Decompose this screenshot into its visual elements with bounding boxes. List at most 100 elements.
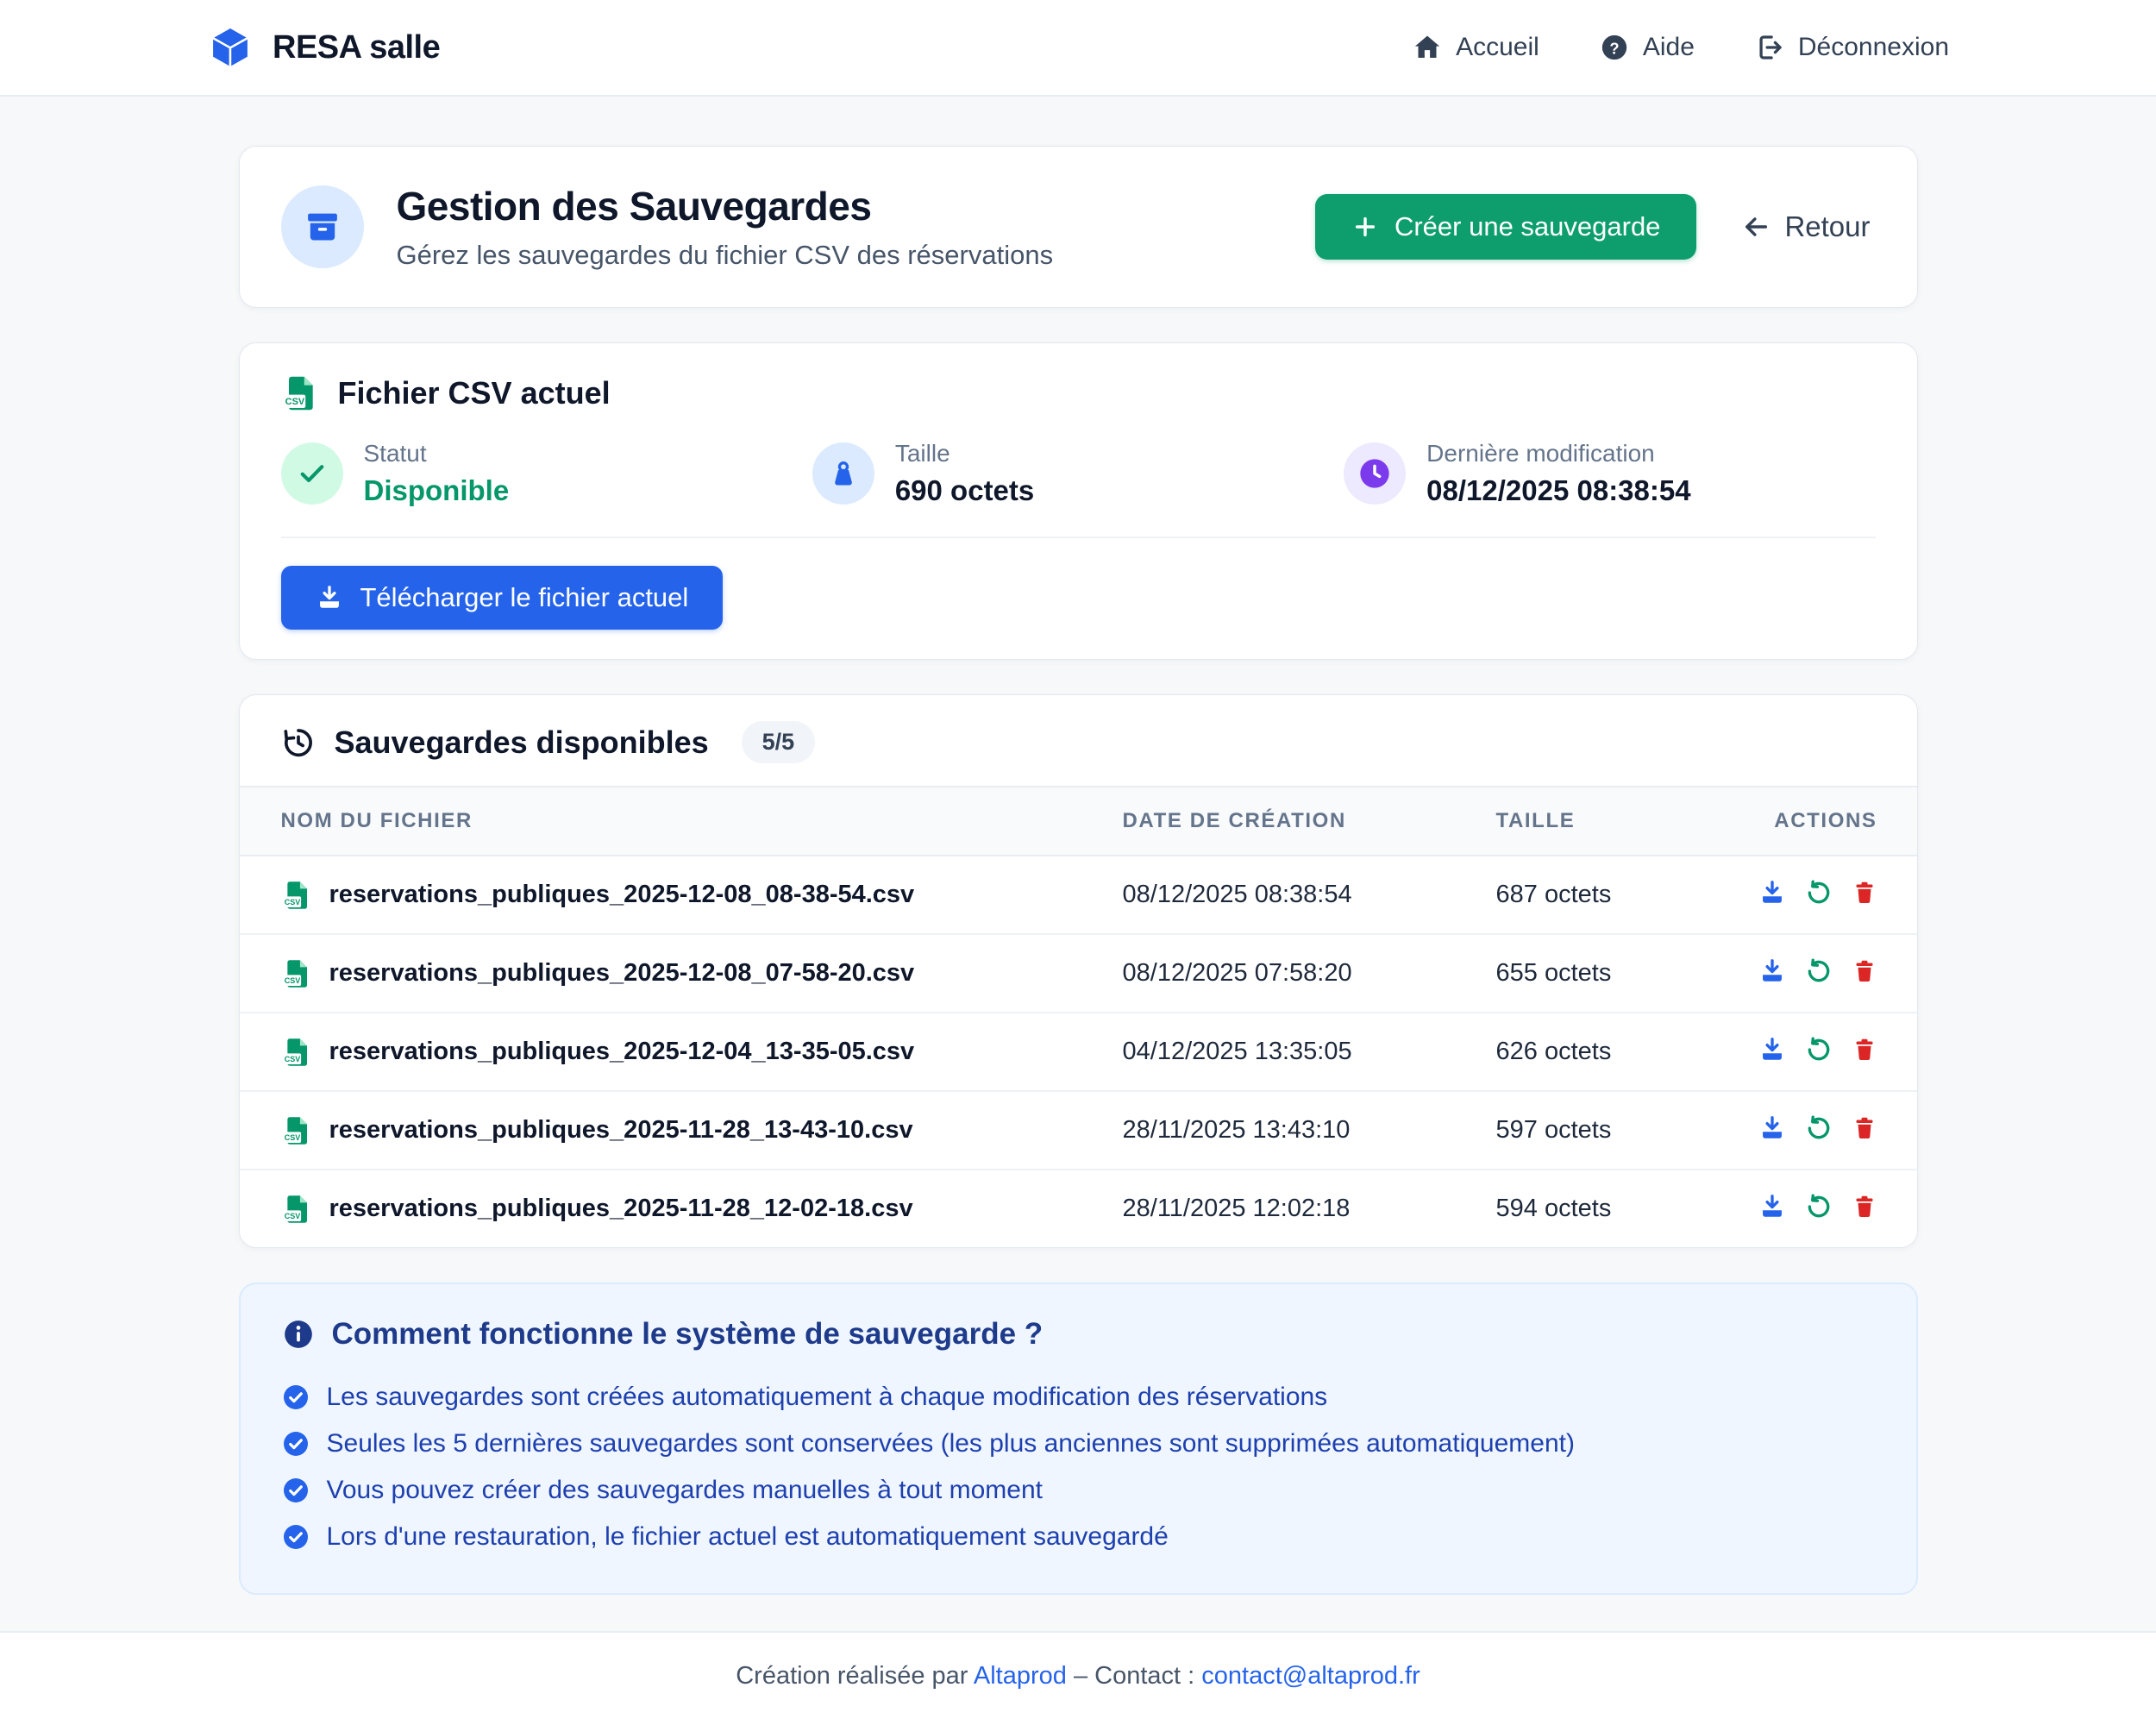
footer-author-link[interactable]: Altaprod	[974, 1662, 1067, 1690]
back-label: Retour	[1784, 210, 1870, 243]
stat-size: Taille 690 octets	[812, 440, 1344, 507]
download-current-button[interactable]: Télécharger le fichier actuel	[281, 566, 724, 630]
svg-text:CSV: CSV	[285, 397, 304, 407]
stat-status: Statut Disponible	[281, 440, 812, 507]
brand[interactable]: RESA salle	[207, 22, 440, 72]
info-item: Lors d'une restauration, le fichier actu…	[282, 1514, 1875, 1560]
column-header-name: NOM DU FICHIER	[240, 787, 1123, 856]
backup-date: 04/12/2025 13:35:05	[1123, 1013, 1496, 1091]
divider	[281, 536, 1876, 538]
csv-file-icon: CSV	[281, 958, 312, 989]
info-box: Comment fonctionne le système de sauvega…	[239, 1283, 1918, 1595]
info-item: Vous pouvez créer des sauvegardes manuel…	[282, 1467, 1875, 1514]
backups-table-body: CSV reservations_publiques_2025-12-08_08…	[240, 856, 1918, 1247]
size-label: Taille	[895, 440, 1034, 467]
clock-icon	[1344, 442, 1406, 505]
create-backup-label: Créer une sauvegarde	[1395, 211, 1660, 242]
backup-size: 597 octets	[1496, 1091, 1755, 1170]
download-backup-button[interactable]	[1758, 879, 1786, 906]
csv-file-icon: CSV	[281, 1115, 312, 1146]
delete-backup-button[interactable]	[1852, 1193, 1877, 1220]
backup-date: 08/12/2025 08:38:54	[1123, 856, 1496, 934]
info-item: Les sauvegardes sont créées automatiquem…	[282, 1374, 1875, 1421]
backups-count-badge: 5/5	[742, 721, 816, 763]
restore-backup-button[interactable]	[1805, 1114, 1833, 1142]
weight-icon	[812, 442, 874, 505]
download-backup-button[interactable]	[1758, 1114, 1786, 1142]
svg-text:CSV: CSV	[284, 898, 300, 906]
column-header-actions: ACTIONS	[1755, 787, 1918, 856]
restore-backup-button[interactable]	[1805, 1036, 1833, 1063]
download-backup-button[interactable]	[1758, 957, 1786, 985]
archive-icon	[281, 185, 364, 268]
delete-backup-button[interactable]	[1852, 1036, 1877, 1063]
page-title: Gestion des Sauvegardes	[397, 183, 1054, 229]
status-label: Statut	[364, 440, 510, 467]
backup-file-name: reservations_publiques_2025-12-04_13-35-…	[329, 1038, 915, 1066]
back-button[interactable]: Retour	[1736, 210, 1875, 244]
delete-backup-button[interactable]	[1852, 1114, 1877, 1142]
svg-text:CSV: CSV	[284, 1055, 300, 1063]
table-header-row: NOM DU FICHIER DATE DE CRÉATION TAILLE A…	[240, 787, 1918, 856]
nav-item-deconnexion[interactable]: Déconnexion	[1755, 33, 1949, 62]
column-header-size: TAILLE	[1496, 787, 1755, 856]
backup-date: 28/11/2025 13:43:10	[1123, 1091, 1496, 1170]
table-row: CSV reservations_publiques_2025-12-08_07…	[240, 934, 1918, 1013]
main-content: Gestion des Sauvegardes Gérez les sauveg…	[239, 146, 1918, 1595]
backup-size: 687 octets	[1496, 856, 1755, 934]
current-file-title: Fichier CSV actuel	[338, 375, 611, 411]
check-circle-icon	[282, 1430, 310, 1458]
info-item-text: Seules les 5 dernières sauvegardes sont …	[327, 1429, 1575, 1458]
backup-file-name: reservations_publiques_2025-12-08_07-58-…	[329, 959, 915, 988]
footer-text: Création réalisée par	[736, 1662, 968, 1690]
csv-file-icon: CSV	[281, 880, 312, 911]
backup-size: 594 octets	[1496, 1170, 1755, 1247]
backup-date: 08/12/2025 07:58:20	[1123, 934, 1496, 1013]
backup-file-name: reservations_publiques_2025-11-28_13-43-…	[329, 1116, 913, 1145]
nav-item-label: Déconnexion	[1798, 33, 1949, 62]
info-icon	[282, 1318, 315, 1351]
svg-text:CSV: CSV	[284, 976, 300, 985]
arrow-left-icon	[1741, 212, 1771, 242]
footer-email-link[interactable]: contact@altaprod.fr	[1201, 1662, 1420, 1690]
download-icon	[316, 584, 343, 612]
nav-item-label: Accueil	[1456, 33, 1539, 62]
modified-label: Dernière modification	[1426, 440, 1690, 467]
svg-text:CSV: CSV	[284, 1212, 300, 1220]
restore-backup-button[interactable]	[1805, 1193, 1833, 1220]
svg-text:CSV: CSV	[284, 1133, 300, 1142]
info-list: Les sauvegardes sont créées automatiquem…	[282, 1374, 1875, 1560]
nav-item-aide[interactable]: ? Aide	[1600, 33, 1695, 62]
app-logo-cube-icon	[207, 22, 254, 72]
table-row: CSV reservations_publiques_2025-12-08_08…	[240, 856, 1918, 934]
backup-date: 28/11/2025 12:02:18	[1123, 1170, 1496, 1247]
create-backup-button[interactable]: Créer une sauvegarde	[1315, 194, 1696, 260]
size-value: 690 octets	[895, 474, 1034, 507]
page-subtitle: Gérez les sauvegardes du fichier CSV des…	[397, 240, 1054, 271]
csv-file-icon: CSV	[281, 1194, 312, 1225]
check-circle-icon	[282, 1477, 310, 1504]
info-item-text: Les sauvegardes sont créées automatiquem…	[327, 1383, 1328, 1412]
download-backup-button[interactable]	[1758, 1036, 1786, 1063]
top-bar: RESA salle Accueil ? Aide	[0, 0, 2156, 97]
download-backup-button[interactable]	[1758, 1193, 1786, 1220]
table-row: CSV reservations_publiques_2025-12-04_13…	[240, 1013, 1918, 1091]
table-row: CSV reservations_publiques_2025-11-28_12…	[240, 1170, 1918, 1247]
nav-item-accueil[interactable]: Accueil	[1413, 33, 1539, 62]
info-item-text: Lors d'une restauration, le fichier actu…	[327, 1522, 1169, 1552]
backup-file-name: reservations_publiques_2025-11-28_12-02-…	[329, 1195, 913, 1223]
stat-modified: Dernière modification 08/12/2025 08:38:5…	[1344, 440, 1875, 507]
delete-backup-button[interactable]	[1852, 957, 1877, 985]
restore-backup-button[interactable]	[1805, 879, 1833, 906]
nav-item-label: Aide	[1643, 33, 1695, 62]
help-icon: ?	[1600, 33, 1629, 62]
backups-table: NOM DU FICHIER DATE DE CRÉATION TAILLE A…	[240, 786, 1918, 1247]
delete-backup-button[interactable]	[1852, 879, 1877, 906]
check-circle-icon	[282, 1523, 310, 1551]
csv-file-icon: CSV	[281, 374, 319, 412]
info-title: Comment fonctionne le système de sauvega…	[332, 1317, 1044, 1352]
check-icon	[281, 442, 343, 505]
logout-icon	[1755, 33, 1784, 62]
restore-backup-button[interactable]	[1805, 957, 1833, 985]
backup-file-name: reservations_publiques_2025-12-08_08-38-…	[329, 881, 915, 909]
